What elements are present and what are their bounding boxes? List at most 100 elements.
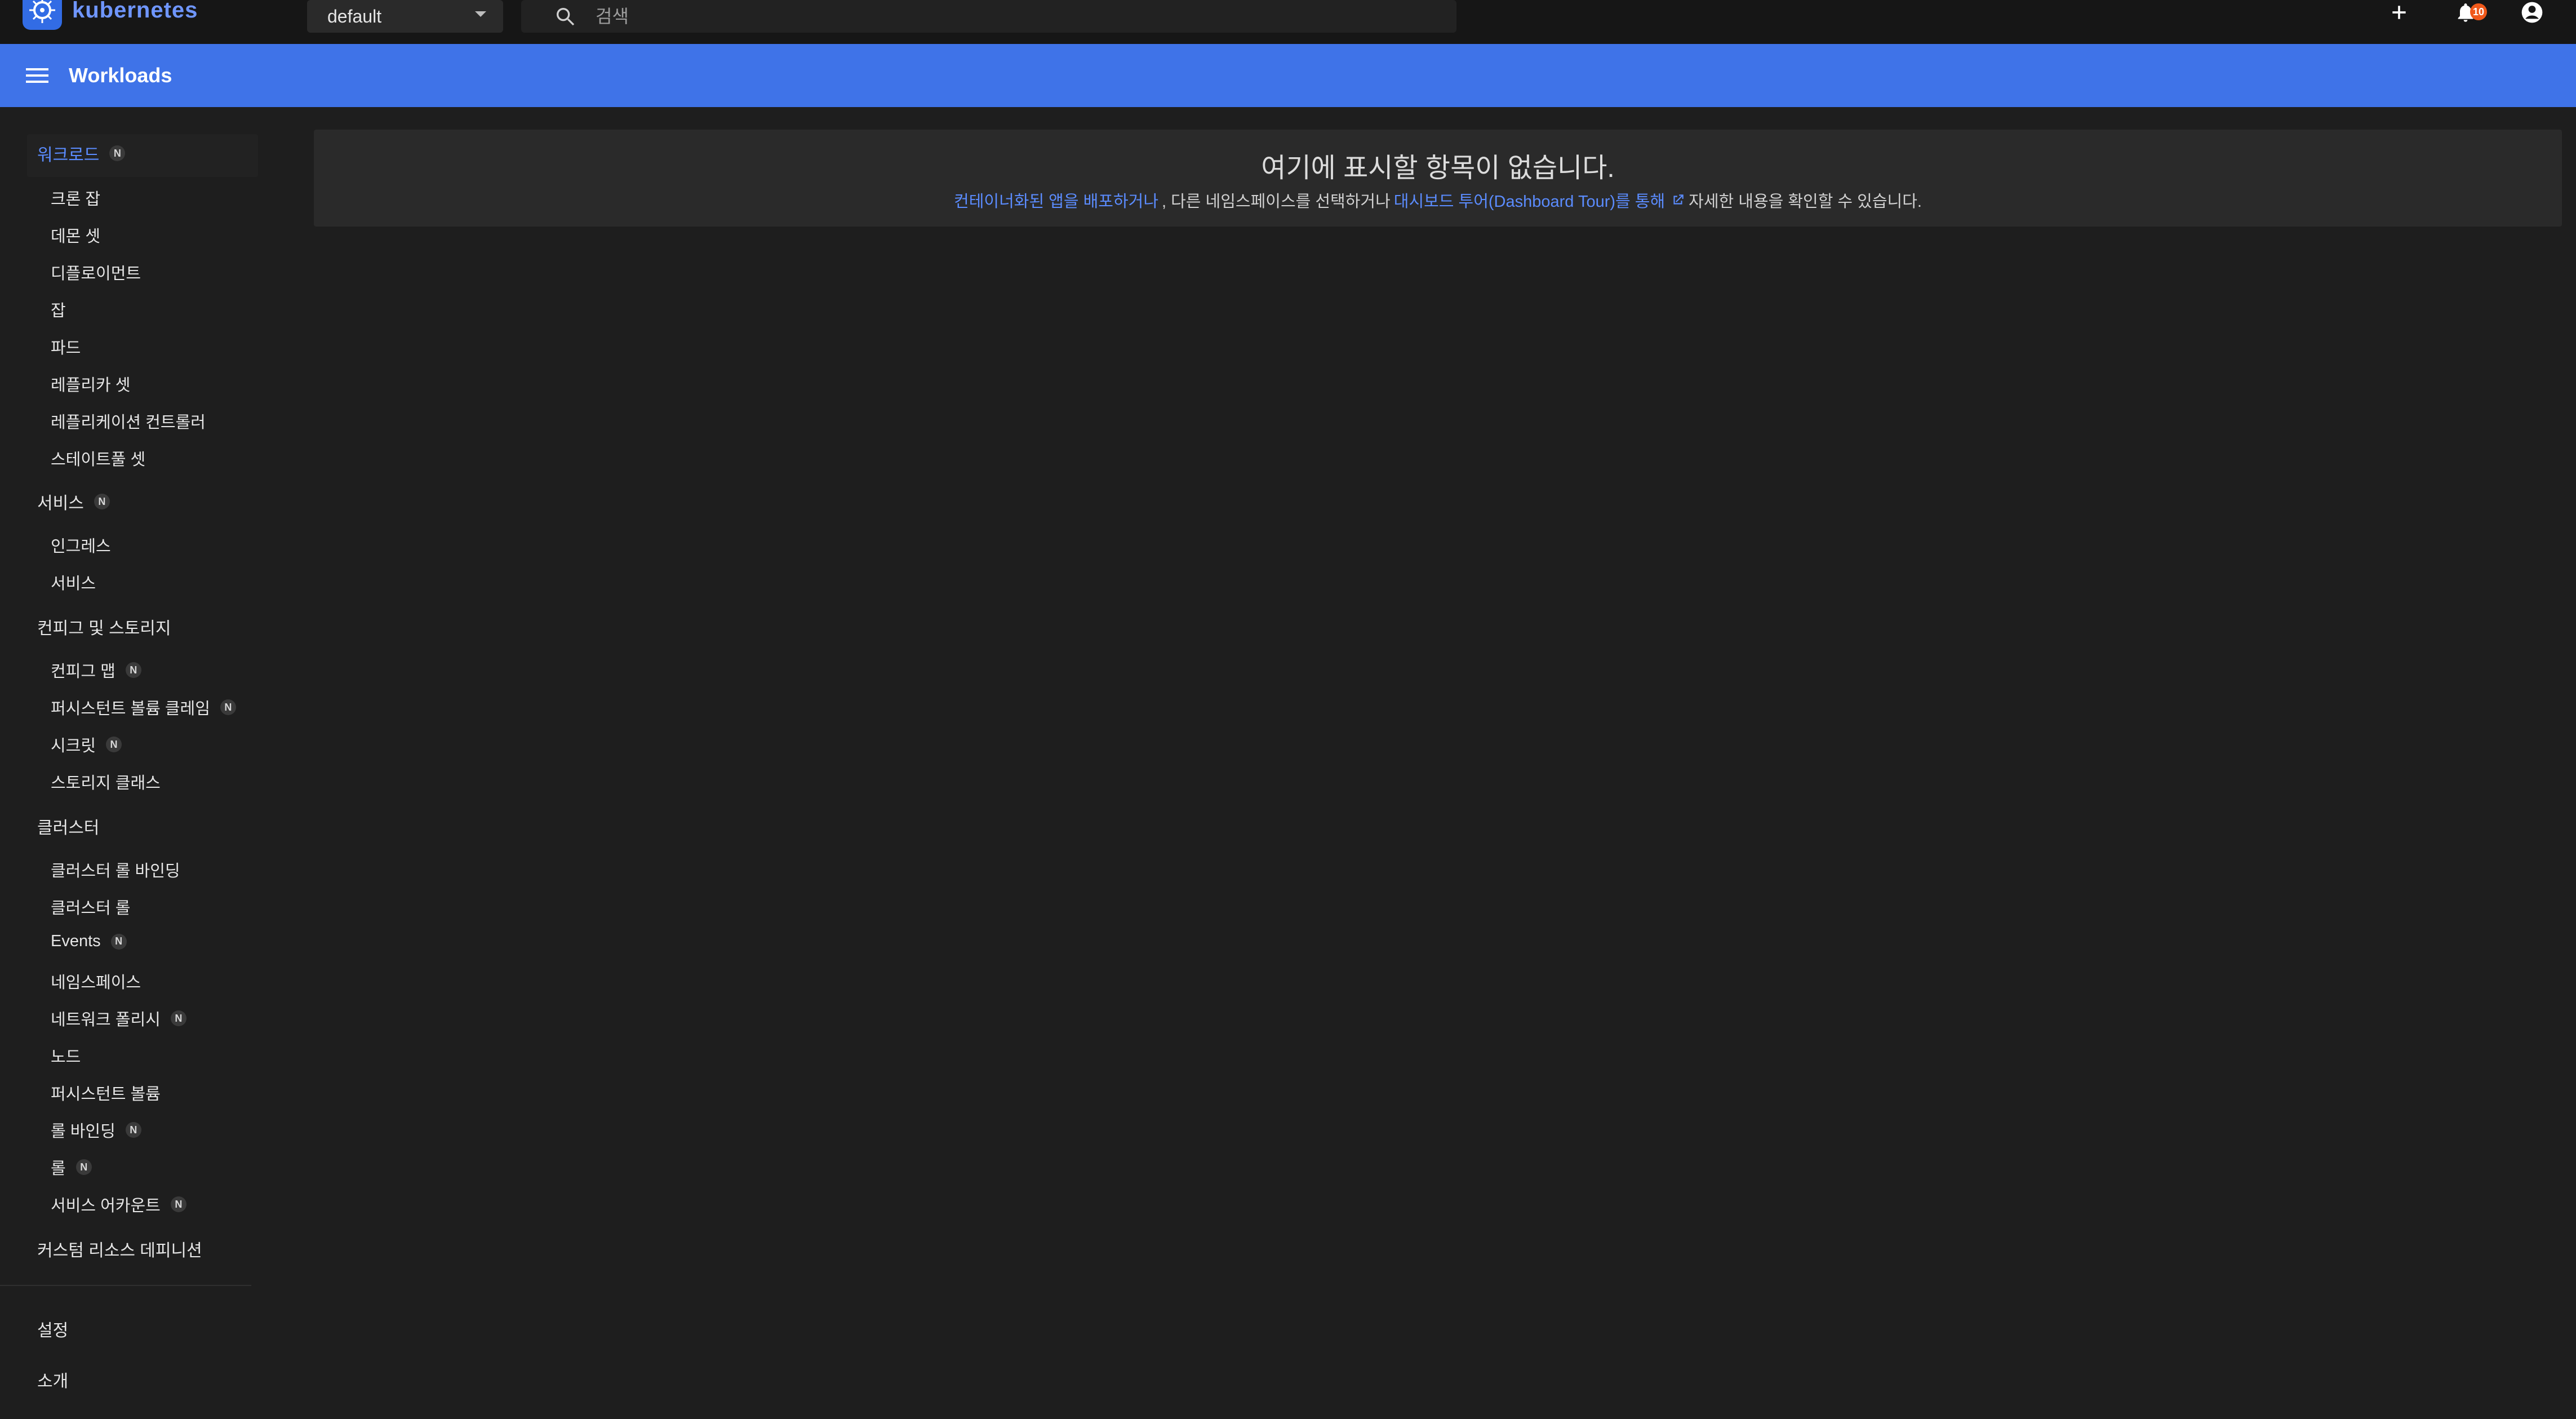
new-badge: N — [220, 699, 236, 715]
sidebar-item-settings[interactable]: 설정 — [37, 1316, 68, 1341]
sidebar-item-events[interactable]: Events N — [51, 932, 127, 951]
sidebar-item-label: 클러스터 — [37, 819, 100, 837]
sidebar-item-label: 네임스페이스 — [51, 974, 141, 992]
namespace-selector[interactable]: default — [307, 0, 503, 33]
sidebar-item-ingresses[interactable]: 인그레스 — [51, 533, 111, 557]
notifications-button[interactable]: 10 — [2450, 0, 2487, 25]
plus-icon — [2392, 6, 2406, 19]
sidebar-item-label: 인그레스 — [51, 538, 111, 556]
sidebar-item-label: 퍼시스턴트 볼륨 — [51, 1085, 161, 1103]
sidebar-item-label: 커스텀 리소스 데피니션 — [37, 1241, 202, 1260]
sidebar-item-configmaps[interactable]: 컨피그 맵 N — [51, 658, 141, 682]
sidebar-item-replicationcontrollers[interactable]: 레플리케이션 컨트롤러 — [51, 409, 206, 433]
sidebar-item-label: 컨피그 및 스토리지 — [37, 619, 171, 638]
new-badge: N — [170, 1196, 186, 1212]
search-icon — [554, 5, 576, 28]
account-circle-icon — [2521, 2, 2543, 23]
sidebar-item-storageclasses[interactable]: 스토리지 클래스 — [51, 770, 161, 793]
sidebar-item-label: 컨피그 맵 — [51, 663, 116, 681]
sidebar-section-cluster[interactable]: 클러스터 — [37, 814, 99, 839]
empty-state-text-end: 자세한 내용을 확인할 수 있습니다. — [1689, 193, 1922, 211]
sidebar-item-label: 파드 — [51, 339, 81, 357]
sidebar-item-namespaces[interactable]: 네임스페이스 — [51, 969, 141, 993]
sidebar-section-workloads[interactable]: 워크로드 N — [37, 141, 126, 166]
empty-state-panel: 여기에 표시할 항목이 없습니다. 컨테이너화된 앱을 배포하거나 , 다른 네… — [314, 130, 2562, 227]
sidebar-item-label: 노드 — [51, 1048, 81, 1066]
sidebar-item-label: Events — [51, 932, 101, 950]
sidebar-divider — [0, 1285, 251, 1286]
search-input[interactable] — [594, 5, 1385, 28]
sidebar-item-nodes[interactable]: 노드 — [51, 1044, 81, 1067]
sidebar-section-config-storage[interactable]: 컨피그 및 스토리지 — [37, 614, 171, 639]
sidebar-item-clusterrolebindings[interactable]: 클러스터 롤 바인딩 — [51, 858, 180, 881]
sidebar-item-label: 네트워크 폴리시 — [51, 1011, 161, 1029]
dashboard-tour-link[interactable]: 대시보드 투어(Dashboard Tour)를 통해 — [1394, 188, 1685, 212]
sidebar-item-persistentvolumes[interactable]: 퍼시스턴트 볼륨 — [51, 1081, 161, 1105]
sidebar-item-statefulsets[interactable]: 스테이트풀 셋 — [51, 446, 145, 470]
sidebar-item-about[interactable]: 소개 — [37, 1367, 68, 1392]
sidebar-section-service[interactable]: 서비스 N — [37, 489, 110, 514]
sidebar: 워크로드 N 크론 잡 데몬 셋 디플로이먼트 잡 파드 레플리카 셋 레플리케… — [0, 107, 265, 1419]
sidebar-item-secrets[interactable]: 시크릿 N — [51, 733, 122, 756]
sidebar-item-label: 워크로드 — [37, 146, 100, 165]
deploy-app-link[interactable]: 컨테이너화된 앱을 배포하거나 — [954, 188, 1158, 212]
sidebar-item-services[interactable]: 서비스 — [51, 570, 96, 594]
new-badge: N — [106, 737, 122, 752]
notifications-badge: 10 — [2470, 3, 2487, 20]
sidebar-item-label: 서비스 — [51, 575, 96, 593]
sidebar-item-rolebindings[interactable]: 롤 바인딩 N — [51, 1118, 141, 1142]
empty-state-title: 여기에 표시할 항목이 없습니다. — [1261, 153, 1615, 183]
sidebar-item-label: 소개 — [37, 1372, 69, 1391]
sidebar-item-label: 잡 — [51, 302, 66, 320]
sidebar-item-label: 서비스 — [37, 494, 84, 513]
page-header: Workloads — [0, 44, 2576, 107]
sidebar-item-label: 스테이트풀 셋 — [51, 451, 146, 469]
chevron-down-icon — [475, 11, 486, 17]
account-button[interactable] — [2516, 0, 2548, 25]
menu-button[interactable] — [26, 67, 48, 84]
sidebar-item-label: 레플리카 셋 — [51, 376, 131, 394]
sidebar-item-label: 서비스 어카운트 — [51, 1197, 161, 1215]
new-badge: N — [109, 145, 126, 161]
sidebar-item-label: 레플리케이션 컨트롤러 — [51, 414, 206, 432]
sidebar-item-crds[interactable]: 커스텀 리소스 데피니션 — [37, 1236, 202, 1261]
sidebar-item-deployments[interactable]: 디플로이먼트 — [51, 260, 141, 284]
brand[interactable]: kubernetes — [23, 0, 198, 30]
sidebar-item-label: 클러스터 롤 바인딩 — [51, 862, 180, 880]
sidebar-item-label: 클러스터 롤 — [51, 899, 131, 917]
sidebar-item-serviceaccounts[interactable]: 서비스 어카운트 N — [51, 1192, 186, 1216]
new-badge: N — [75, 1159, 92, 1175]
sidebar-item-roles[interactable]: 롤 N — [51, 1155, 92, 1179]
sidebar-item-replicasets[interactable]: 레플리카 셋 — [51, 372, 130, 396]
add-button[interactable] — [2383, 0, 2415, 25]
sidebar-item-label: 퍼시스턴트 볼륨 클레임 — [51, 700, 210, 718]
page-title: Workloads — [69, 64, 172, 87]
sidebar-item-label: 시크릿 — [51, 737, 96, 755]
sidebar-item-label: 롤 — [51, 1160, 66, 1178]
search-bar[interactable] — [521, 0, 1456, 33]
sidebar-item-clusterroles[interactable]: 클러스터 롤 — [51, 895, 130, 919]
sidebar-item-label: 롤 바인딩 — [51, 1123, 116, 1141]
empty-state-text-middle: , 다른 네임스페이스를 선택하거나 — [1162, 193, 1391, 211]
kubernetes-logo-icon — [23, 0, 62, 30]
empty-state-subtitle: 컨테이너화된 앱을 배포하거나 , 다른 네임스페이스를 선택하거나 대시보드 … — [314, 188, 2562, 212]
sidebar-item-cronjobs[interactable]: 크론 잡 — [51, 186, 100, 210]
sidebar-item-label: 크론 잡 — [51, 190, 101, 209]
open-in-new-icon — [1671, 193, 1685, 207]
new-badge: N — [125, 662, 141, 678]
sidebar-item-pods[interactable]: 파드 — [51, 335, 81, 358]
sidebar-item-label: 스토리지 클래스 — [51, 774, 161, 792]
sidebar-item-label: 데몬 셋 — [51, 228, 101, 246]
new-badge: N — [125, 1122, 141, 1138]
top-actions: 10 — [2383, 0, 2548, 25]
sidebar-item-daemonsets[interactable]: 데몬 셋 — [51, 223, 100, 247]
sidebar-item-pvcs[interactable]: 퍼시스턴트 볼륨 클레임 N — [51, 695, 236, 719]
top-bar: kubernetes default 10 — [0, 0, 2576, 44]
hamburger-icon — [26, 68, 48, 83]
namespace-value: default — [327, 6, 382, 26]
sidebar-item-label: 디플로이먼트 — [51, 265, 141, 283]
sidebar-item-jobs[interactable]: 잡 — [51, 298, 66, 321]
sidebar-item-networkpolicies[interactable]: 네트워크 폴리시 N — [51, 1006, 186, 1030]
new-badge: N — [94, 494, 110, 509]
new-badge: N — [170, 1010, 186, 1026]
